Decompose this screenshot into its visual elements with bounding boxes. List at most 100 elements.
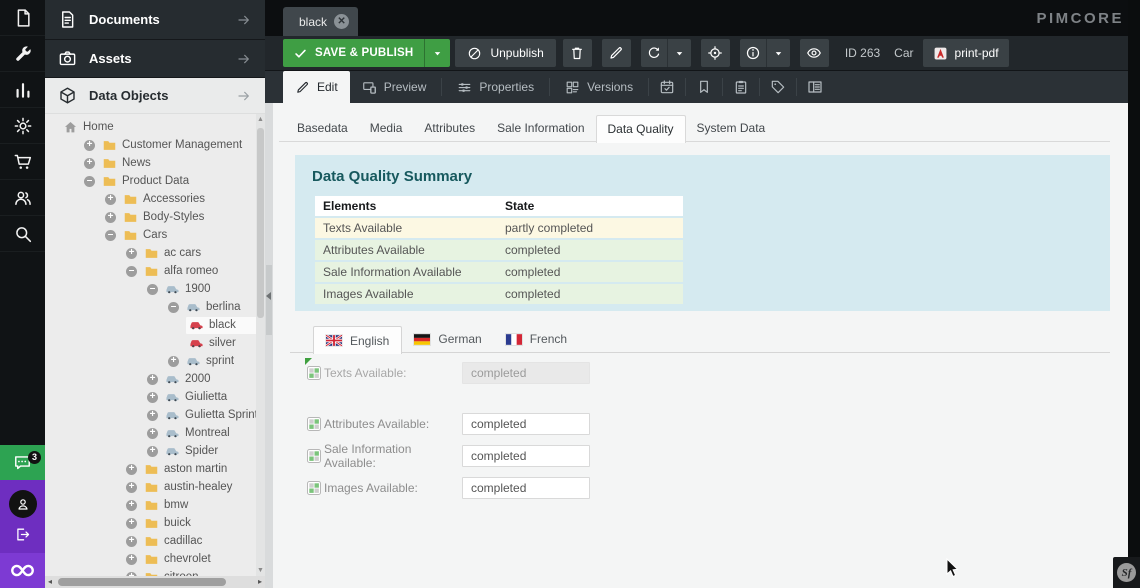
save-publish-caret[interactable]: [424, 39, 450, 67]
editor-tab-preview[interactable]: Preview: [350, 71, 439, 103]
tree-expander-minus-icon[interactable]: –: [84, 176, 95, 187]
tree-node-cars[interactable]: –Cars: [45, 226, 256, 244]
field-input-attributes-available[interactable]: [462, 413, 590, 435]
tree-expander-plus-icon[interactable]: +: [147, 446, 158, 457]
language-tab-french[interactable]: French: [494, 325, 579, 353]
tree-expander-plus-icon[interactable]: +: [84, 158, 95, 169]
editor-tab-versions[interactable]: Versions: [553, 71, 645, 103]
tree-expander-plus-icon[interactable]: +: [105, 212, 116, 223]
reports-button[interactable]: [726, 71, 756, 103]
rail-search-button[interactable]: [0, 216, 45, 252]
tree-expander-plus-icon[interactable]: +: [168, 356, 179, 367]
tree-node-chevrolet[interactable]: +chevrolet: [45, 550, 256, 568]
tree-expander-plus-icon[interactable]: +: [126, 518, 137, 529]
object-tab-data-quality[interactable]: Data Quality: [596, 115, 686, 143]
rail-customers-button[interactable]: [0, 180, 45, 216]
tree-expander-minus-icon[interactable]: –: [168, 302, 179, 313]
tree-node-austin-healey[interactable]: +austin-healey: [45, 478, 256, 496]
scroll-right-arrow[interactable]: ▸: [258, 577, 262, 586]
accordion-data-objects[interactable]: Data Objects: [45, 78, 265, 114]
tree-expander-minus-icon[interactable]: –: [105, 230, 116, 241]
symfony-profiler-button[interactable]: Sf: [1113, 557, 1140, 588]
reload-button[interactable]: [641, 39, 691, 67]
scroll-up-arrow[interactable]: ▲: [256, 116, 265, 123]
tree-node-spider[interactable]: +Spider: [45, 442, 256, 460]
accordion-assets[interactable]: Assets: [45, 40, 265, 78]
open-object-tab[interactable]: black ✕: [283, 7, 358, 36]
rename-button[interactable]: [602, 39, 631, 67]
save-publish-main[interactable]: SAVE & PUBLISH: [283, 39, 424, 67]
schedule-button[interactable]: [652, 71, 682, 103]
tree-node-gulietta-sprint-specia[interactable]: +Gulietta Sprint Specia: [45, 406, 256, 424]
open-preview-button[interactable]: [800, 39, 829, 67]
tree-expander-minus-icon[interactable]: –: [126, 266, 137, 277]
tree-expander-plus-icon[interactable]: +: [147, 428, 158, 439]
editor-tab-properties[interactable]: Properties: [445, 71, 546, 103]
tree-node-accessories[interactable]: +Accessories: [45, 190, 256, 208]
rail-tools-button[interactable]: [0, 36, 45, 72]
tree-expander-plus-icon[interactable]: +: [126, 464, 137, 475]
tree-node-customer-management[interactable]: +Customer Management: [45, 136, 256, 154]
tree-expander-plus-icon[interactable]: +: [126, 482, 137, 493]
object-tab-basedata[interactable]: Basedata: [286, 115, 359, 142]
tree-node-montreal[interactable]: +Montreal: [45, 424, 256, 442]
object-tab-media[interactable]: Media: [359, 115, 414, 142]
tree-node-silver[interactable]: silver: [45, 334, 256, 352]
user-avatar-button[interactable]: [9, 490, 37, 518]
tree-node-bmw[interactable]: +bmw: [45, 496, 256, 514]
rail-ecommerce-button[interactable]: [0, 144, 45, 180]
tree-expander-minus-icon[interactable]: –: [147, 284, 158, 295]
language-tab-german[interactable]: German: [402, 325, 493, 353]
object-tab-system-data[interactable]: System Data: [686, 115, 777, 142]
tree-horizontal-scrollbar[interactable]: ◂ ▸: [45, 576, 265, 588]
info-button[interactable]: [740, 39, 790, 67]
notifications-button[interactable]: 3: [0, 445, 45, 480]
tree-node-buick[interactable]: +buick: [45, 514, 256, 532]
tree-node-giulietta[interactable]: +Giulietta: [45, 388, 256, 406]
tree-expander-plus-icon[interactable]: +: [126, 500, 137, 511]
tree-node-berlina[interactable]: –berlina: [45, 298, 256, 316]
tree-node-2000[interactable]: +2000: [45, 370, 256, 388]
field-input-sale-information-available[interactable]: [462, 445, 590, 467]
tree-node-1900[interactable]: –1900: [45, 280, 256, 298]
tree-node-body-styles[interactable]: +Body-Styles: [45, 208, 256, 226]
tree-node-cadillac[interactable]: +cadillac: [45, 532, 256, 550]
tree-expander-plus-icon[interactable]: +: [84, 140, 95, 151]
horizontal-scroll-thumb[interactable]: [58, 578, 226, 586]
rail-settings-button[interactable]: [0, 108, 45, 144]
panel-splitter[interactable]: [265, 103, 273, 588]
logout-button[interactable]: [14, 526, 31, 543]
rail-file-button[interactable]: [0, 0, 45, 36]
locate-in-tree-button[interactable]: [701, 39, 730, 67]
save-publish-button[interactable]: SAVE & PUBLISH: [283, 39, 450, 67]
tree-expander-plus-icon[interactable]: +: [147, 374, 158, 385]
tree-expander-plus-icon[interactable]: +: [105, 194, 116, 205]
tree-node-ac-cars[interactable]: +ac cars: [45, 244, 256, 262]
scroll-down-arrow[interactable]: ▼: [256, 567, 265, 574]
reload-button-caret[interactable]: [667, 39, 691, 67]
tree-node-citroen[interactable]: +citroen: [45, 568, 256, 576]
accordion-documents[interactable]: Documents: [45, 0, 265, 40]
tree-node-product-data[interactable]: –Product Data: [45, 172, 256, 190]
scroll-left-arrow[interactable]: ◂: [48, 577, 52, 586]
object-tab-sale-information[interactable]: Sale Information: [486, 115, 595, 142]
tree-node-alfa-romeo[interactable]: –alfa romeo: [45, 262, 256, 280]
tags-button[interactable]: [763, 71, 793, 103]
splitter-grip[interactable]: [266, 265, 272, 335]
rail-reports-button[interactable]: [0, 72, 45, 108]
field-input-texts-available[interactable]: [462, 362, 590, 384]
tree-node-black[interactable]: black: [45, 316, 256, 334]
tree-expander-plus-icon[interactable]: +: [126, 248, 137, 259]
tree-node-aston-martin[interactable]: +aston martin: [45, 460, 256, 478]
field-input-images-available[interactable]: [462, 477, 590, 499]
tree-expander-plus-icon[interactable]: +: [126, 536, 137, 547]
tree-node-news[interactable]: +News: [45, 154, 256, 172]
collapse-left-icon[interactable]: [266, 292, 271, 300]
vertical-scroll-thumb[interactable]: [257, 128, 264, 318]
unpublish-button[interactable]: Unpublish: [455, 39, 555, 67]
close-icon[interactable]: ✕: [334, 14, 349, 29]
layout-button[interactable]: [800, 71, 830, 103]
info-button-caret[interactable]: [766, 39, 790, 67]
print-pdf-button[interactable]: print-pdf: [923, 39, 1009, 67]
tree-expander-plus-icon[interactable]: +: [147, 392, 158, 403]
